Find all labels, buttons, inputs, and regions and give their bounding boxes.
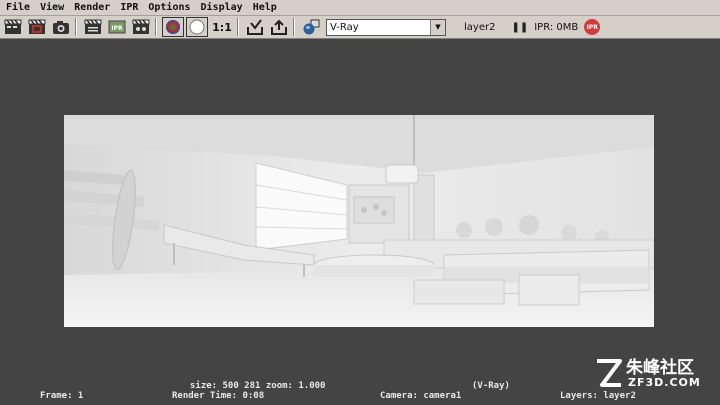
render-region-icon [28,19,46,34]
zf3d-logo-icon [597,359,622,387]
watermark: 朱峰社区 ZF3D.COM [594,355,712,391]
render-viewport [0,39,720,384]
toolbar-separator [75,18,77,36]
toolbar-separator [237,18,239,36]
ipr-render-icon: IPR [108,20,126,34]
menu-ipr[interactable]: IPR [116,2,142,13]
camera-label: Camera: camera1 [380,391,462,401]
toolbar-separator [293,18,295,36]
redo-render-button[interactable] [2,17,24,37]
keep-image-button[interactable] [244,17,266,37]
menu-help[interactable]: Help [249,2,281,13]
batch-render-icon [84,19,102,34]
menu-bar: File View Render IPR Options Display Hel… [0,0,720,16]
remove-image-button[interactable] [268,17,290,37]
rgb-channel-icon [166,20,180,34]
menu-render[interactable]: Render [70,2,114,13]
renderer-tag: (V-Ray) [472,381,510,391]
frame-label: Frame: 1 [40,391,84,401]
ipr-refresh-icon [132,19,150,34]
redo-render-icon [4,19,22,34]
chevron-down-icon[interactable]: ▼ [430,19,445,35]
menu-view[interactable]: View [36,2,68,13]
watermark-title: 朱峰社区 [626,358,694,378]
snapshot-button[interactable] [50,17,72,37]
layers-label: Layers: layer2 [560,391,636,401]
ipr-refresh-button[interactable] [130,17,152,37]
menu-options[interactable]: Options [144,2,194,13]
alpha-channel-icon [189,19,205,35]
ipr-render-button[interactable]: IPR [106,17,128,37]
ipr-badge-icon[interactable]: IPR [584,19,601,35]
pause-ipr-icon[interactable]: ❚❚ [511,22,528,33]
menu-file[interactable]: File [2,2,34,13]
alpha-channel-button[interactable] [186,17,208,37]
render-region-button[interactable] [26,17,48,37]
snapshot-icon [53,21,69,34]
batch-render-button[interactable] [82,17,104,37]
renderer-value: V-Ray [330,21,359,33]
render-time-label: Render Time: 0:08 [172,391,265,401]
keep-image-icon [247,19,263,35]
renderer-dropdown[interactable]: V-Ray ▼ [326,18,446,36]
render-settings-icon [303,19,320,35]
remove-image-icon [271,19,287,35]
toolbar: IPR 1:1 V-Ray ▼ layer2 ❚❚ IPR: 0MB IPR [0,16,720,39]
rgb-channel-button[interactable] [162,17,184,37]
toolbar-separator [155,18,157,36]
svg-text:IPR: IPR [111,25,123,32]
real-size-button[interactable]: 1:1 [210,17,234,37]
watermark-site: ZF3D.COM [628,376,701,389]
render-image [64,115,654,327]
menu-display[interactable]: Display [197,2,247,13]
render-settings-button[interactable] [300,17,322,37]
image-size-zoom: size: 500 281 zoom: 1.000 [190,381,326,391]
render-layer-label: layer2 [464,21,496,33]
rendered-interior-scene [64,115,654,327]
ipr-memory-label: IPR: 0MB [534,21,579,33]
